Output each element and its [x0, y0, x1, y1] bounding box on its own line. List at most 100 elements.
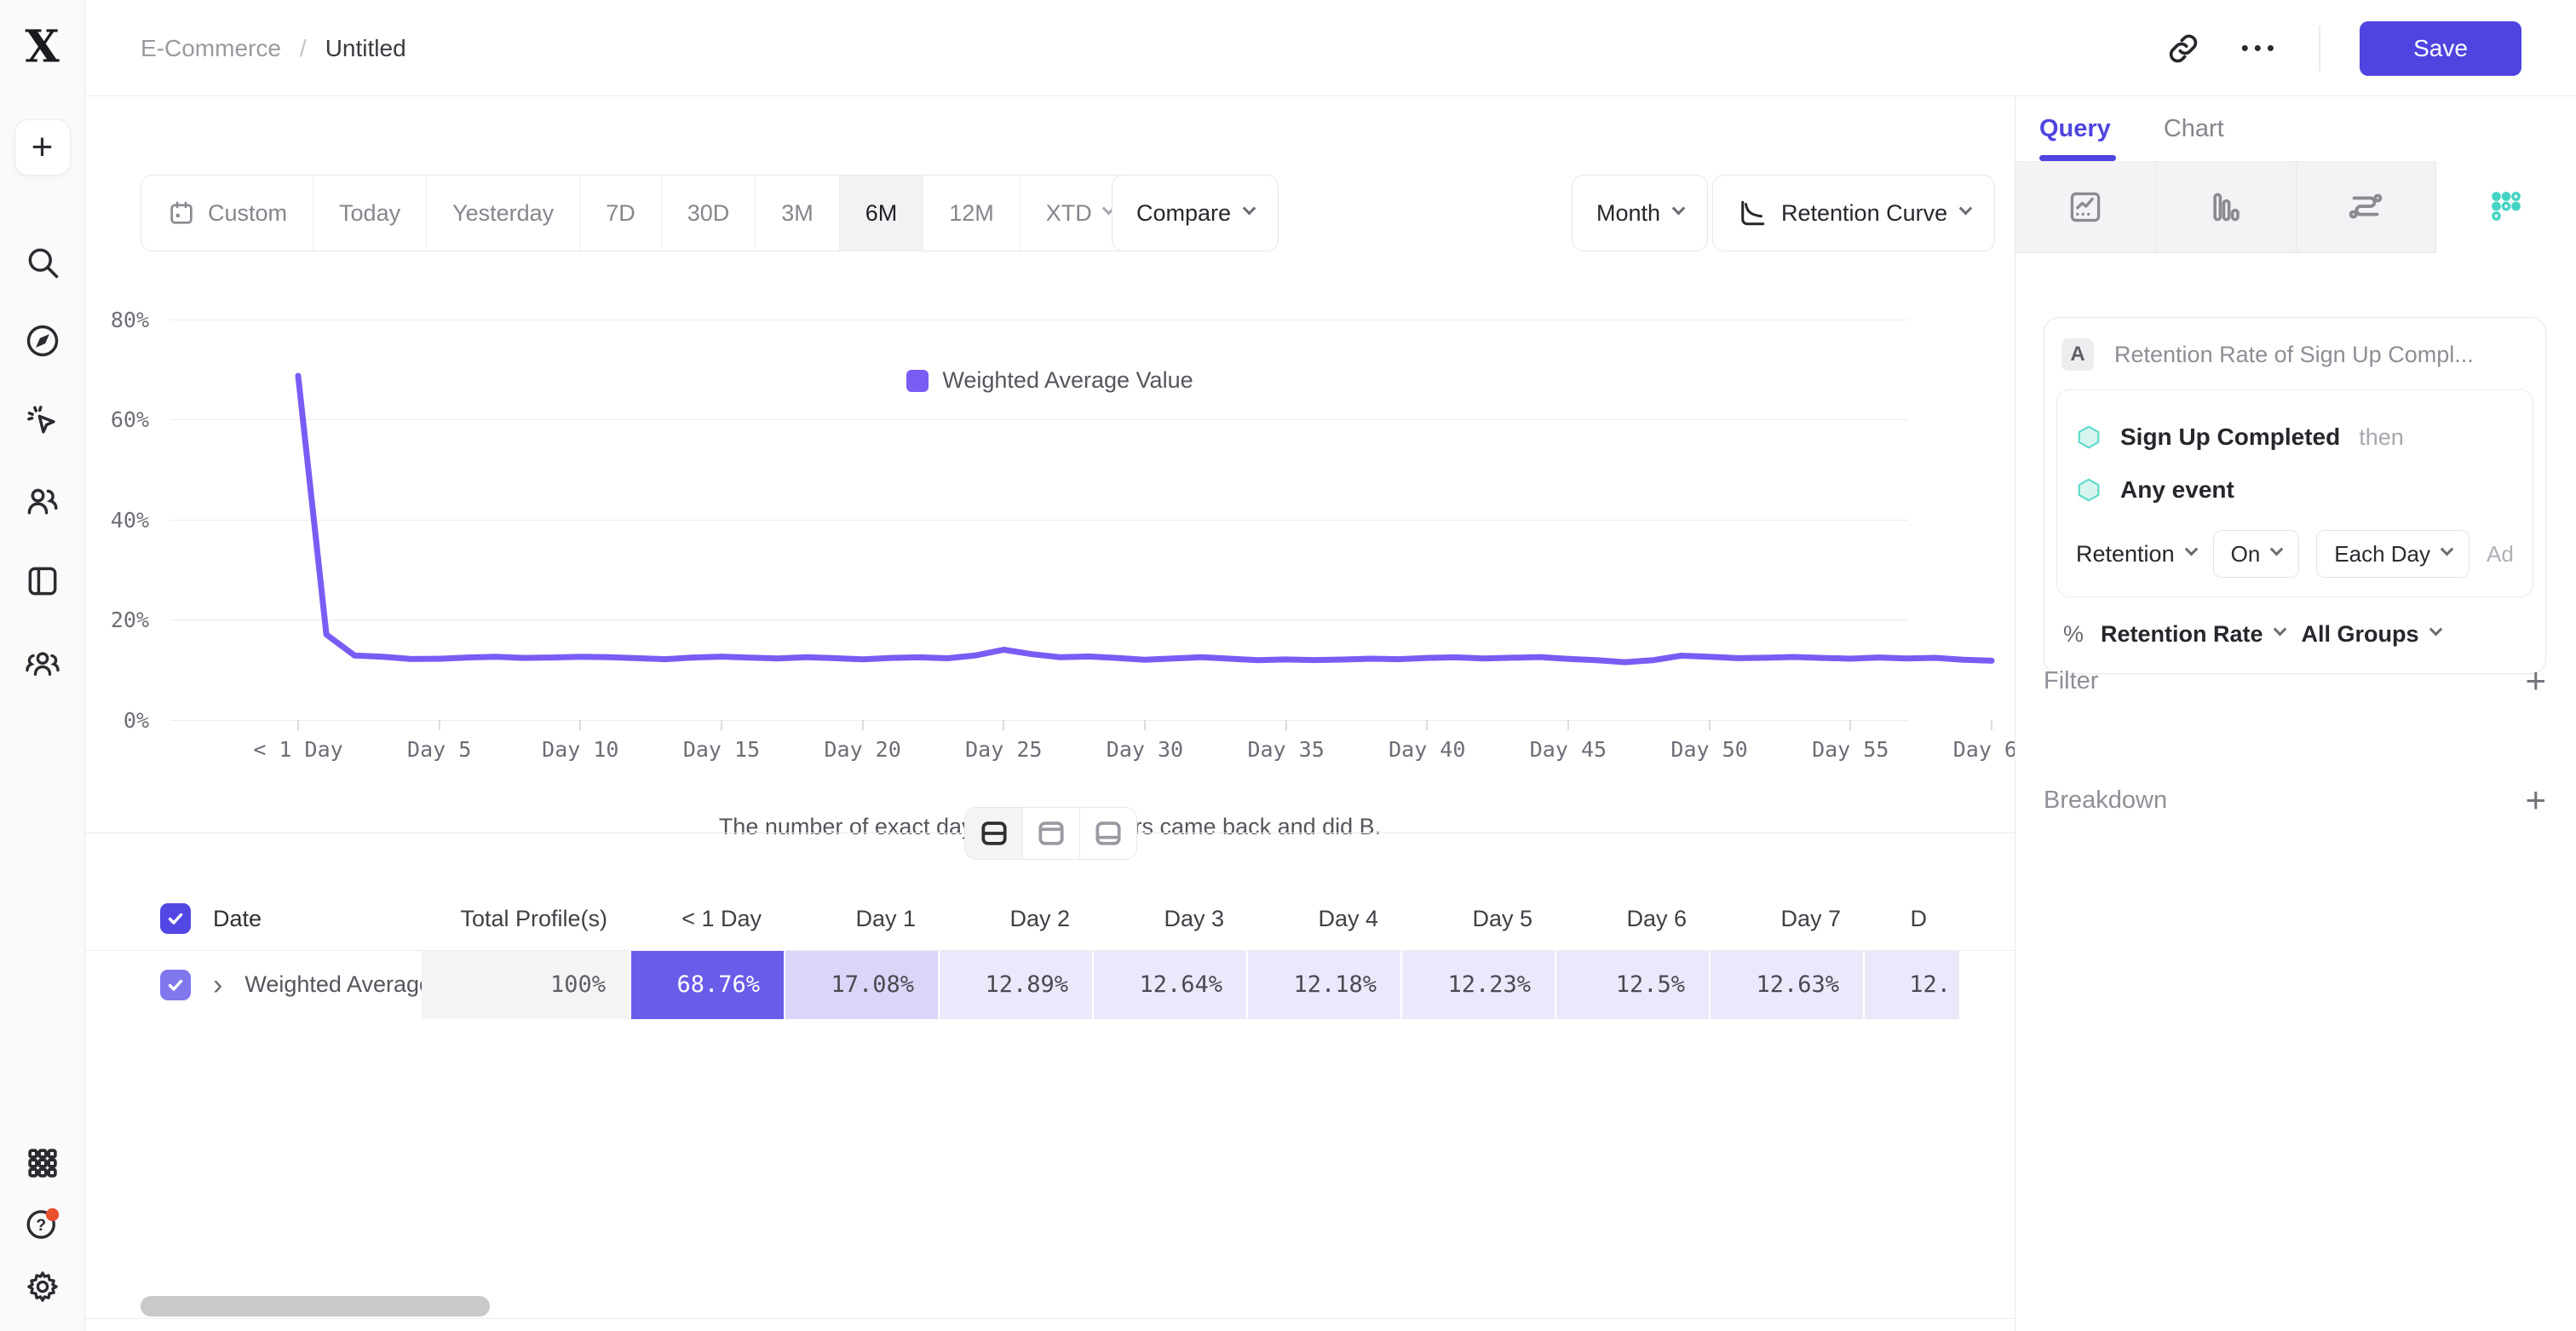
date-range-control: Custom Today Yesterday 7D	[141, 175, 1140, 251]
range-button[interactable]: Today	[313, 176, 426, 251]
column-header[interactable]: Day 2	[940, 906, 1094, 932]
range-custom-button[interactable]: Custom	[141, 176, 313, 251]
column-header[interactable]: Day 5	[1402, 906, 1556, 932]
table-cell[interactable]: 12.63%	[1711, 951, 1865, 1019]
app-window: X + ? E-Commerce	[0, 0, 2576, 1331]
copy-link-icon[interactable]	[2165, 30, 2202, 67]
range-button[interactable]: Yesterday	[426, 176, 579, 251]
table-header-row: Date Total Profile(s)< 1 DayDay 1Day 2Da…	[85, 887, 2015, 950]
layout-chart-button[interactable]	[1022, 808, 1079, 859]
granularity-dropdown[interactable]: Month	[1572, 175, 1708, 251]
compass-icon	[24, 322, 61, 360]
retention-on-dropdown[interactable]: On	[2213, 530, 2300, 578]
create-button[interactable]: +	[14, 119, 71, 176]
breakdown-section: Breakdown +	[2044, 782, 2546, 818]
funnels-bars-icon	[2207, 188, 2245, 226]
table-cell[interactable]: 12.89%	[940, 951, 1094, 1019]
metric-dropdown[interactable]: Retention Rate	[2101, 621, 2285, 648]
retention-curve-icon	[1737, 198, 1768, 228]
split-view-icon	[978, 817, 1010, 850]
column-header[interactable]: Day 7	[1711, 906, 1865, 932]
svg-text:?: ?	[36, 1216, 46, 1235]
range-button[interactable]: 30D	[661, 176, 756, 251]
breadcrumb-report-title[interactable]: Untitled	[325, 35, 406, 62]
report-tab-flows[interactable]	[2297, 161, 2437, 253]
table-cell[interactable]: 100%	[422, 951, 631, 1019]
check-icon	[165, 908, 186, 929]
table-row: › Weighted Average ... 100%68.76%17.08%1…	[85, 950, 2015, 1018]
report-tab-retention[interactable]	[2436, 161, 2576, 253]
column-header[interactable]: Total Profile(s)	[422, 906, 631, 932]
first-event-row[interactable]: Sign Up Completed then	[2076, 411, 2514, 464]
column-header[interactable]: Day 3	[1094, 906, 1248, 932]
panel-tab[interactable]: Chart	[2164, 96, 2224, 161]
sidebar-item-explore[interactable]	[24, 322, 61, 360]
horizontal-scrollbar-thumb[interactable]	[141, 1296, 490, 1317]
more-options-icon[interactable]: •••	[2241, 35, 2280, 61]
table-cell[interactable]: 12.	[1865, 951, 1961, 1019]
range-button[interactable]: 12M	[923, 176, 1020, 251]
table-cell[interactable]: 12.18%	[1248, 951, 1402, 1019]
breadcrumb-separator: /	[300, 35, 307, 62]
query-title[interactable]: Retention Rate of Sign Up Compl...	[2114, 342, 2474, 368]
table-cell[interactable]: 12.64%	[1094, 951, 1248, 1019]
column-header[interactable]: Day 1	[785, 906, 940, 932]
retention-type-dropdown[interactable]: Retention	[2076, 541, 2196, 568]
sidebar-item-boards[interactable]	[24, 562, 61, 600]
help-icon: ?	[23, 1205, 62, 1244]
sidebar-item-events[interactable]	[24, 402, 61, 440]
cohorts-icon	[23, 644, 62, 682]
mixpanel-logo-icon: X	[25, 21, 59, 73]
return-event-row[interactable]: Any event	[2076, 464, 2514, 516]
add-filter-button[interactable]: +	[2525, 663, 2546, 699]
apps-grid-icon	[25, 1145, 60, 1181]
range-button[interactable]: 6M	[839, 176, 923, 251]
sidebar-item-settings[interactable]	[25, 1269, 60, 1305]
report-tab-insights[interactable]	[2015, 161, 2156, 253]
date-column-header[interactable]: Date	[213, 906, 262, 932]
save-button[interactable]: Save	[2360, 21, 2521, 76]
series-badge: A	[2061, 338, 2094, 371]
range-button[interactable]: 7D	[579, 176, 661, 251]
column-header[interactable]: < 1 Day	[631, 906, 785, 932]
add-breakdown-button[interactable]: +	[2525, 782, 2546, 818]
expand-row-icon[interactable]: ›	[213, 971, 222, 1000]
table-cell[interactable]: 12.5%	[1556, 951, 1711, 1019]
divider	[2319, 26, 2320, 72]
report-canvas: Custom Today Yesterday 7D	[85, 96, 2015, 1331]
sidebar-item-search[interactable]	[24, 244, 61, 281]
column-header[interactable]: D	[1865, 906, 1961, 932]
column-header[interactable]: Day 4	[1248, 906, 1402, 932]
range-button[interactable]: 3M	[755, 176, 839, 251]
report-tab-funnels[interactable]	[2156, 161, 2297, 253]
layout-split-button[interactable]	[965, 808, 1022, 859]
sidebar-item-apps[interactable]	[25, 1145, 60, 1181]
x-axis: < 1 Day Day 5 Day 10 Day 15	[298, 720, 1992, 762]
chevron-down-icon	[1243, 201, 1256, 215]
table-cell[interactable]: 12.23%	[1402, 951, 1556, 1019]
top-bar: E-Commerce / Untitled ••• Save	[85, 0, 2576, 96]
chart-type-dropdown[interactable]: Retention Curve	[1712, 175, 1995, 251]
sidebar-item-users[interactable]	[24, 482, 61, 520]
column-header[interactable]: Day 6	[1556, 906, 1711, 932]
chevron-down-icon	[2441, 542, 2454, 556]
chevron-down-icon	[2270, 542, 2284, 556]
advanced-dropdown[interactable]: Adv...	[2487, 541, 2514, 568]
breadcrumb-project[interactable]: E-Commerce	[141, 35, 281, 62]
gear-icon	[25, 1269, 60, 1305]
chevron-down-icon	[1672, 201, 1686, 215]
retention-line-svg[interactable]	[298, 320, 1992, 720]
sidebar-item-cohorts[interactable]	[23, 644, 62, 682]
sidebar-item-help[interactable]: ?	[23, 1205, 62, 1244]
row-checkbox[interactable]	[160, 970, 191, 1000]
range-buttons: Today Yesterday 7D 30D	[313, 176, 1139, 251]
compare-button[interactable]: Compare	[1112, 175, 1279, 251]
retention-window-dropdown[interactable]: Each Day	[2316, 530, 2470, 578]
table-cell[interactable]: 68.76%	[631, 951, 785, 1019]
table-cell[interactable]: 17.08%	[785, 951, 940, 1019]
select-all-checkbox[interactable]	[160, 903, 191, 934]
bottom-divider	[85, 1318, 2015, 1319]
groups-dropdown[interactable]: All Groups	[2302, 621, 2441, 648]
layout-table-button[interactable]	[1079, 808, 1136, 859]
panel-tab[interactable]: Query	[2039, 96, 2111, 161]
